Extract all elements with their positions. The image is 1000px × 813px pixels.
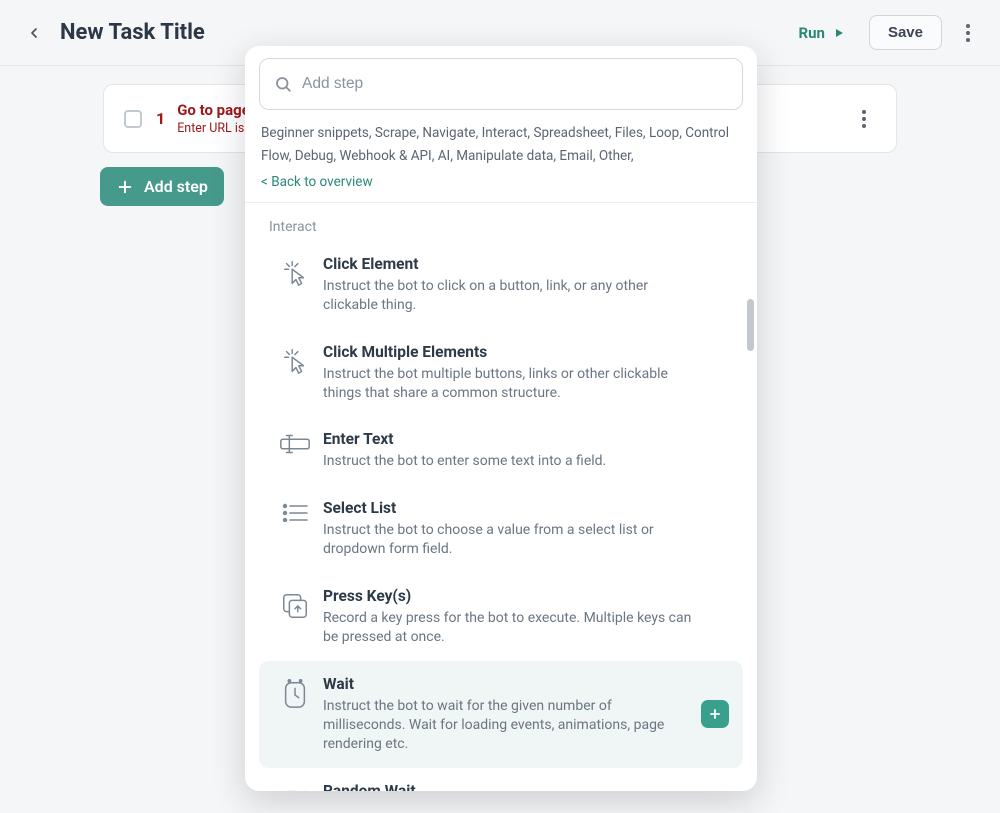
step-options-scroll[interactable]: Interact Click Element Instruct the bot t… [245,203,757,791]
step-option-title: Enter Text [323,430,693,448]
category-link[interactable]: Interact [482,125,528,141]
kebab-dot-icon [966,38,970,42]
chevron-left-icon [26,25,42,41]
category-link[interactable]: Spreadsheet [533,125,608,141]
kebab-dot-icon [966,24,970,28]
step-option[interactable]: Wait Instruct the bot to wait for the giv… [259,661,743,768]
step-option-desc: Instruct the bot to choose a value from … [323,521,693,559]
step-option[interactable]: Press Key(s) Record a key press for the b… [259,573,743,661]
click-icon [273,255,317,289]
run-button[interactable]: Run [789,16,855,50]
plus-icon [116,178,134,196]
step-option-desc: Instruct the bot to click on a button, l… [323,277,693,315]
save-button[interactable]: Save [869,15,942,50]
step-option-title: Select List [323,499,693,517]
click-icon [273,343,317,377]
canvas: 1 Go to page Enter URL is no Add step Be… [0,66,1000,813]
kebab-dot-icon [862,124,866,128]
add-step-label: Add step [144,177,208,196]
step-option[interactable]: Click Multiple Elements Instruct the bot … [259,329,743,417]
category-link[interactable]: Manipulate data [456,148,553,164]
step-option-title: Click Element [323,255,693,273]
run-label: Run [799,24,825,42]
textfield-icon [273,430,317,456]
category-link[interactable]: AI [438,148,450,164]
section-label: Interact [245,203,757,241]
kebab-dot-icon [966,31,970,35]
page-title: New Task Title [60,20,205,45]
category-link[interactable]: Files [615,125,643,141]
more-menu-button[interactable] [956,24,980,42]
category-link[interactable]: Scrape [375,125,416,141]
step-option-desc: Record a key press for the bot to execut… [323,609,693,647]
search-icon [274,75,292,93]
step-number: 1 [156,109,165,128]
search-input[interactable] [302,75,728,93]
kebab-dot-icon [862,117,866,121]
step-option-desc: Instruct the bot multiple buttons, links… [323,365,693,403]
category-link[interactable]: Beginner snippets [261,125,369,141]
step-option[interactable]: Enter Text Instruct the bot to enter some… [259,416,743,485]
category-link[interactable]: Debug [295,148,334,164]
category-links: Beginner snippets, Scrape, Navigate, Int… [245,110,757,172]
search-field[interactable] [259,58,743,110]
category-link[interactable]: Navigate [422,125,475,141]
step-more-button[interactable] [852,110,876,128]
step-option-desc: Instruct the bot to wait for the given n… [323,697,693,754]
step-option-title: Wait [323,675,693,693]
back-button[interactable] [20,19,48,47]
step-option-desc: Instruct the bot to enter some text into… [323,452,693,471]
category-link[interactable]: Loop [649,125,679,141]
plus-icon [708,707,722,721]
step-option[interactable]: Select List Instruct the bot to choose a … [259,485,743,573]
scrollbar-thumb[interactable] [747,299,754,351]
step-option-title: Random Wait [323,782,693,791]
add-step-option-button[interactable] [701,700,729,728]
category-link[interactable]: Webhook & API [339,148,431,164]
category-link[interactable]: Email [559,148,592,164]
add-step-popover: Beginner snippets, Scrape, Navigate, Int… [245,46,757,791]
add-step-button[interactable]: Add step [100,167,224,206]
list-icon [273,499,317,525]
wait-icon [273,675,317,711]
step-option-title: Click Multiple Elements [323,343,693,361]
play-icon [833,27,845,39]
step-option-title: Press Key(s) [323,587,693,605]
step-checkbox[interactable] [124,110,142,128]
random-wait-icon [273,782,317,791]
kebab-dot-icon [862,110,866,114]
step-option[interactable]: Click Element Instruct the bot to click o… [259,241,743,329]
key-icon [273,587,317,621]
category-link[interactable]: Other [599,148,631,164]
back-to-overview-link[interactable]: < Back to overview [245,172,757,202]
step-option[interactable]: Random WaitWaits a random amount of time… [259,768,743,791]
